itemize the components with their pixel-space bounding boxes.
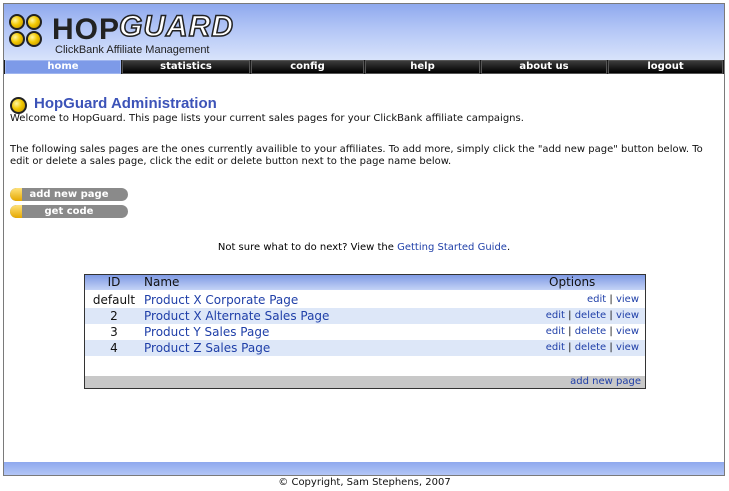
separator: | bbox=[568, 342, 572, 353]
page-frame: HOP GUARD ClickBank Affiliate Management… bbox=[3, 3, 725, 476]
instructions-text: The following sales pages are the ones c… bbox=[10, 144, 703, 167]
table-header: ID Name Options bbox=[85, 275, 645, 290]
page-title: HopGuard Administration bbox=[34, 95, 217, 112]
delete-link[interactable]: delete bbox=[575, 342, 607, 353]
main-nav: home statistics config help about us log… bbox=[4, 60, 724, 74]
edit-link[interactable]: edit bbox=[587, 294, 606, 305]
row-id: 3 bbox=[110, 325, 118, 339]
row-id: default bbox=[92, 293, 136, 307]
footer-add-new-page-link[interactable]: add new page bbox=[570, 376, 641, 387]
add-new-page-label: add new page bbox=[29, 189, 109, 200]
delete-link[interactable]: delete bbox=[575, 326, 607, 337]
edit-link[interactable]: edit bbox=[546, 342, 565, 353]
logo-guard-text: GUARD bbox=[118, 9, 234, 44]
nav-config[interactable]: config bbox=[251, 60, 364, 74]
logo-dot-icon bbox=[9, 14, 25, 30]
logo-tagline: ClickBank Affiliate Management bbox=[55, 44, 210, 56]
get-code-label: get code bbox=[44, 206, 94, 217]
add-new-page-button[interactable]: add new page bbox=[10, 188, 128, 201]
row-name-link[interactable]: Product X Corporate Page bbox=[144, 292, 298, 308]
row-name-link[interactable]: Product Y Sales Page bbox=[144, 324, 269, 340]
separator: | bbox=[609, 326, 613, 337]
view-link[interactable]: view bbox=[616, 310, 639, 321]
edit-link[interactable]: edit bbox=[546, 310, 565, 321]
help-prefix: Not sure what to do next? View the bbox=[217, 242, 394, 253]
title-bullet-icon bbox=[10, 97, 27, 114]
table-row: 4 Product Z Sales Page edit | delete | v… bbox=[85, 340, 645, 356]
get-code-button[interactable]: get code bbox=[10, 205, 128, 218]
table-footer: add new page bbox=[85, 376, 645, 388]
button-cap-icon bbox=[10, 205, 22, 218]
nav-help[interactable]: help bbox=[365, 60, 480, 74]
table-row: default Product X Corporate Page edit | … bbox=[85, 292, 645, 308]
separator: | bbox=[609, 294, 613, 305]
logo-dot-icon bbox=[26, 14, 42, 30]
delete-link[interactable]: delete bbox=[575, 310, 607, 321]
row-options: edit | delete | view bbox=[546, 340, 639, 356]
welcome-text: Welcome to HopGuard. This page lists you… bbox=[10, 113, 524, 124]
view-link[interactable]: view bbox=[616, 326, 639, 337]
getting-started-link[interactable]: Getting Started Guide bbox=[397, 242, 507, 253]
button-cap-icon bbox=[10, 188, 22, 201]
header-banner: HOP GUARD ClickBank Affiliate Management bbox=[4, 4, 724, 60]
row-name-link[interactable]: Product X Alternate Sales Page bbox=[144, 308, 329, 324]
row-options: edit | delete | view bbox=[546, 308, 639, 324]
sales-pages-table: ID Name Options default Product X Corpor… bbox=[84, 274, 646, 389]
row-id: 2 bbox=[110, 309, 118, 323]
bottom-bar bbox=[4, 462, 724, 475]
header-id: ID bbox=[107, 275, 121, 289]
row-options: edit | view bbox=[587, 292, 639, 308]
copyright-text: © Copyright, Sam Stephens, 2007 bbox=[278, 477, 451, 488]
separator: | bbox=[568, 310, 572, 321]
nav-about-us[interactable]: about us bbox=[481, 60, 607, 74]
logo-dot-icon bbox=[26, 31, 42, 47]
nav-home[interactable]: home bbox=[5, 60, 121, 74]
view-link[interactable]: view bbox=[616, 294, 639, 305]
table-row: 3 Product Y Sales Page edit | delete | v… bbox=[85, 324, 645, 340]
row-id: 4 bbox=[110, 341, 118, 355]
hopguard-logo[interactable]: HOP GUARD ClickBank Affiliate Management bbox=[7, 9, 234, 58]
nav-logout[interactable]: logout bbox=[608, 60, 723, 74]
row-options: edit | delete | view bbox=[546, 324, 639, 340]
nav-statistics[interactable]: statistics bbox=[122, 60, 250, 74]
logo-dot-icon bbox=[9, 31, 25, 47]
row-name-link[interactable]: Product Z Sales Page bbox=[144, 340, 270, 356]
separator: | bbox=[609, 310, 613, 321]
header-options: Options bbox=[549, 275, 596, 289]
header-name: Name bbox=[144, 275, 180, 289]
separator: | bbox=[568, 326, 572, 337]
help-suffix: . bbox=[506, 242, 511, 253]
help-line: Not sure what to do next? View the Getti… bbox=[4, 242, 724, 253]
logo-hop-text: HOP bbox=[52, 13, 121, 46]
edit-link[interactable]: edit bbox=[546, 326, 565, 337]
separator: | bbox=[609, 342, 613, 353]
view-link[interactable]: view bbox=[616, 342, 639, 353]
table-row: 2 Product X Alternate Sales Page edit | … bbox=[85, 308, 645, 324]
